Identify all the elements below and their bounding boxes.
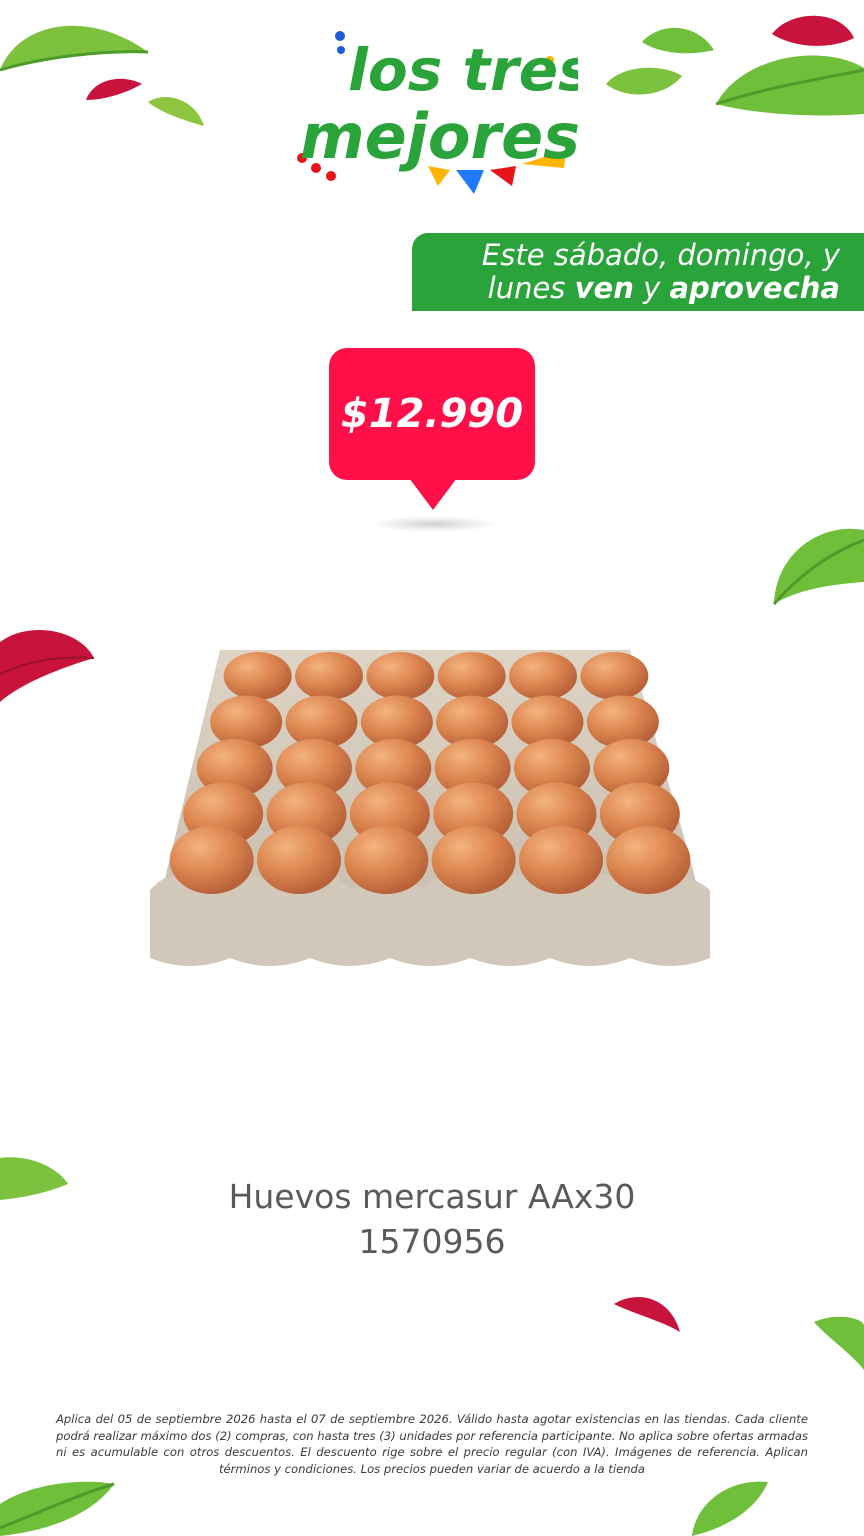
promo-line-2-mid: y xyxy=(633,271,670,305)
product-image xyxy=(150,650,710,966)
leaf-green-icon xyxy=(692,1481,768,1536)
leaf-green-icon xyxy=(772,528,864,605)
leaf-green-icon xyxy=(0,1481,115,1536)
promo-line-2-prefix: lunes xyxy=(487,271,575,305)
leaf-red-icon xyxy=(86,78,142,100)
promo-banner: Este sábado, domingo, y lunes ven y apro… xyxy=(412,233,864,311)
egg xyxy=(169,826,254,894)
egg xyxy=(295,652,363,700)
logo-line2: mejores xyxy=(300,100,578,173)
leaf-green-icon xyxy=(642,27,714,54)
egg xyxy=(366,652,435,700)
product-name: Huevos mercasur AAx30 xyxy=(228,1177,636,1216)
legal-disclaimer: Aplica del 05 de septiembre 2026 hasta e… xyxy=(56,1412,808,1476)
leaf-red-icon xyxy=(614,1297,680,1332)
leaf-green-icon xyxy=(148,96,204,126)
leaf-green-icon xyxy=(606,67,682,95)
egg xyxy=(580,652,649,700)
price-tag-pointer xyxy=(409,478,457,510)
egg xyxy=(223,652,292,700)
promo-highlight-ven: ven xyxy=(574,271,634,305)
egg xyxy=(257,826,341,894)
price-label: $12.990 xyxy=(340,391,524,437)
egg xyxy=(437,652,506,700)
egg xyxy=(431,826,516,894)
leaf-green-icon xyxy=(715,55,864,116)
price-tag: $12.990 xyxy=(329,348,535,480)
egg xyxy=(344,826,429,894)
product-code: 1570956 xyxy=(358,1222,506,1261)
promo-line-1: Este sábado, domingo, y xyxy=(481,238,840,272)
leaf-green-icon xyxy=(814,1316,864,1370)
product-info: Huevos mercasur AAx30 1570956 xyxy=(0,1174,864,1264)
logo-line1: los tres xyxy=(348,36,578,104)
egg xyxy=(519,826,603,894)
price-tag-shadow xyxy=(370,516,498,532)
leaf-red-icon xyxy=(0,630,95,702)
brand-logo: los tres mejores xyxy=(297,31,578,194)
promo-highlight-aprovecha: aprovecha xyxy=(669,271,840,305)
egg xyxy=(509,652,577,700)
egg xyxy=(606,826,691,894)
promo-line-2: lunes ven y aprovecha xyxy=(412,272,840,305)
